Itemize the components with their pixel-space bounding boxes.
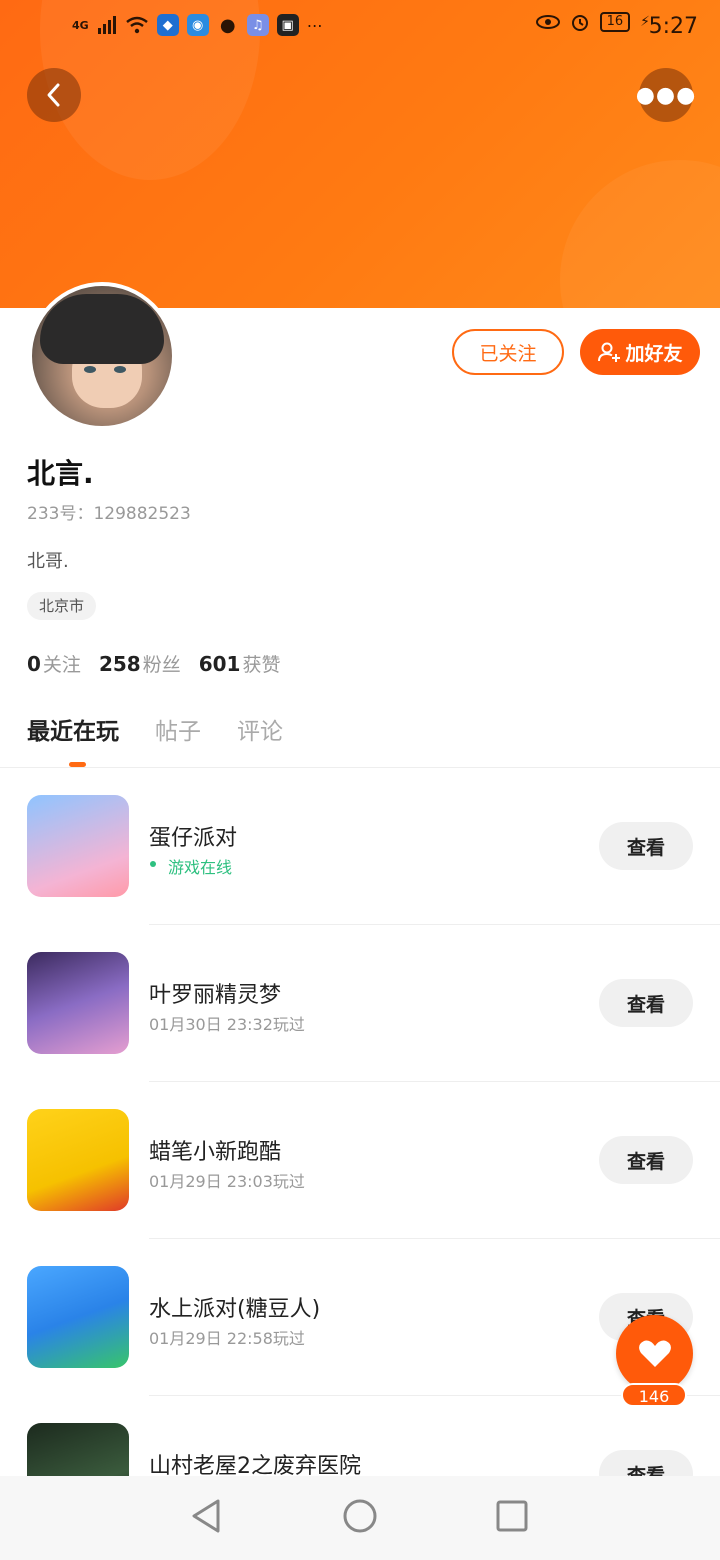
- heart-icon: [638, 1340, 671, 1367]
- likes-stat[interactable]: 601 获赞: [199, 650, 281, 677]
- following-stat[interactable]: 0 关注: [27, 650, 81, 677]
- game-title: 水上派对(糖豆人): [149, 1297, 321, 1322]
- game-icon: [27, 1266, 129, 1368]
- last-played-time: 01月29日 23:03玩过: [149, 1172, 305, 1191]
- tab-comments[interactable]: 评论: [237, 712, 283, 746]
- chevron-left-icon: [47, 83, 60, 107]
- game-status: 游戏在线: [168, 858, 233, 877]
- fans-stat[interactable]: 258 粉丝: [99, 650, 181, 677]
- game-icon: [27, 795, 129, 897]
- battery-icon: 16: [599, 12, 631, 32]
- add-friend-label: 加好友: [625, 342, 683, 365]
- list-item[interactable]: 蛋仔派对 游戏在线 查看: [0, 768, 720, 925]
- nav-home-icon[interactable]: [342, 1498, 378, 1534]
- nav-back-icon[interactable]: [190, 1498, 222, 1534]
- user-plus-icon: [598, 342, 621, 362]
- add-friend-button[interactable]: 加好友: [580, 329, 700, 375]
- online-dot-icon: [150, 861, 156, 867]
- screen-record-icon: ▣: [276, 14, 299, 36]
- back-button[interactable]: [27, 68, 81, 122]
- avatar[interactable]: [28, 282, 176, 430]
- location-tag: 北京市: [27, 592, 97, 620]
- alarm-icon: [571, 15, 588, 31]
- more-options-button[interactable]: ●●●: [636, 68, 695, 122]
- more-notifications-icon: ⋯: [306, 15, 323, 35]
- like-count-badge: 146: [621, 1383, 687, 1407]
- tab-posts[interactable]: 帖子: [155, 712, 201, 746]
- game-title: 蛋仔派对: [149, 826, 238, 851]
- profile-stats: 0 关注 258 粉丝 601 获赞: [27, 650, 280, 677]
- browser-app-icon: ◉: [186, 14, 209, 36]
- list-item[interactable]: 叶罗丽精灵梦 01月30日 23:32玩过 查看: [0, 925, 720, 1082]
- user-id: 233号：129882523: [27, 504, 191, 524]
- wechat-icon: ●: [219, 14, 236, 36]
- view-button[interactable]: 查看: [599, 822, 693, 870]
- clock: 5:27: [648, 14, 698, 39]
- system-navigation-bar: [0, 1476, 720, 1560]
- shield-app-icon: ◆: [156, 14, 179, 36]
- user-name: 北言.: [27, 457, 94, 490]
- nav-recents-icon[interactable]: [496, 1498, 528, 1534]
- more-dots-icon: ●●●: [635, 82, 697, 108]
- eye-comfort-icon: [535, 15, 560, 29]
- list-item[interactable]: 水上派对(糖豆人) 01月29日 22:58玩过 查看: [0, 1239, 720, 1396]
- tab-recently-played[interactable]: 最近在玩: [27, 712, 119, 746]
- followed-button[interactable]: 已关注: [452, 329, 564, 375]
- wifi-icon: [125, 16, 148, 34]
- like-button[interactable]: [616, 1315, 693, 1392]
- game-title: 叶罗丽精灵梦: [149, 983, 282, 1008]
- signal-icon: [97, 16, 116, 34]
- last-played-time: 01月29日 22:58玩过: [149, 1329, 305, 1348]
- game-title: 蜡笔小新跑酷: [149, 1140, 282, 1165]
- recent-games-list: 蛋仔派对 游戏在线 查看 叶罗丽精灵梦 01月30日 23:32玩过 查看 蜡笔…: [0, 768, 720, 1553]
- status-bar: 4G ◆ ◉ ● ♫ ▣ ⋯ 16 ⚡ 5:27: [0, 0, 720, 56]
- network-indicator: 4G: [72, 18, 89, 32]
- user-bio: 北哥.: [27, 551, 69, 572]
- view-button[interactable]: 查看: [599, 979, 693, 1027]
- view-button[interactable]: 查看: [599, 1136, 693, 1184]
- profile-tabs: 最近在玩 帖子 评论: [27, 712, 283, 746]
- game-icon: [27, 952, 129, 1054]
- list-item[interactable]: 蜡笔小新跑酷 01月29日 23:03玩过 查看: [0, 1082, 720, 1239]
- music-app-icon: ♫: [246, 14, 269, 36]
- game-icon: [27, 1109, 129, 1211]
- last-played-time: 01月30日 23:32玩过: [149, 1015, 305, 1034]
